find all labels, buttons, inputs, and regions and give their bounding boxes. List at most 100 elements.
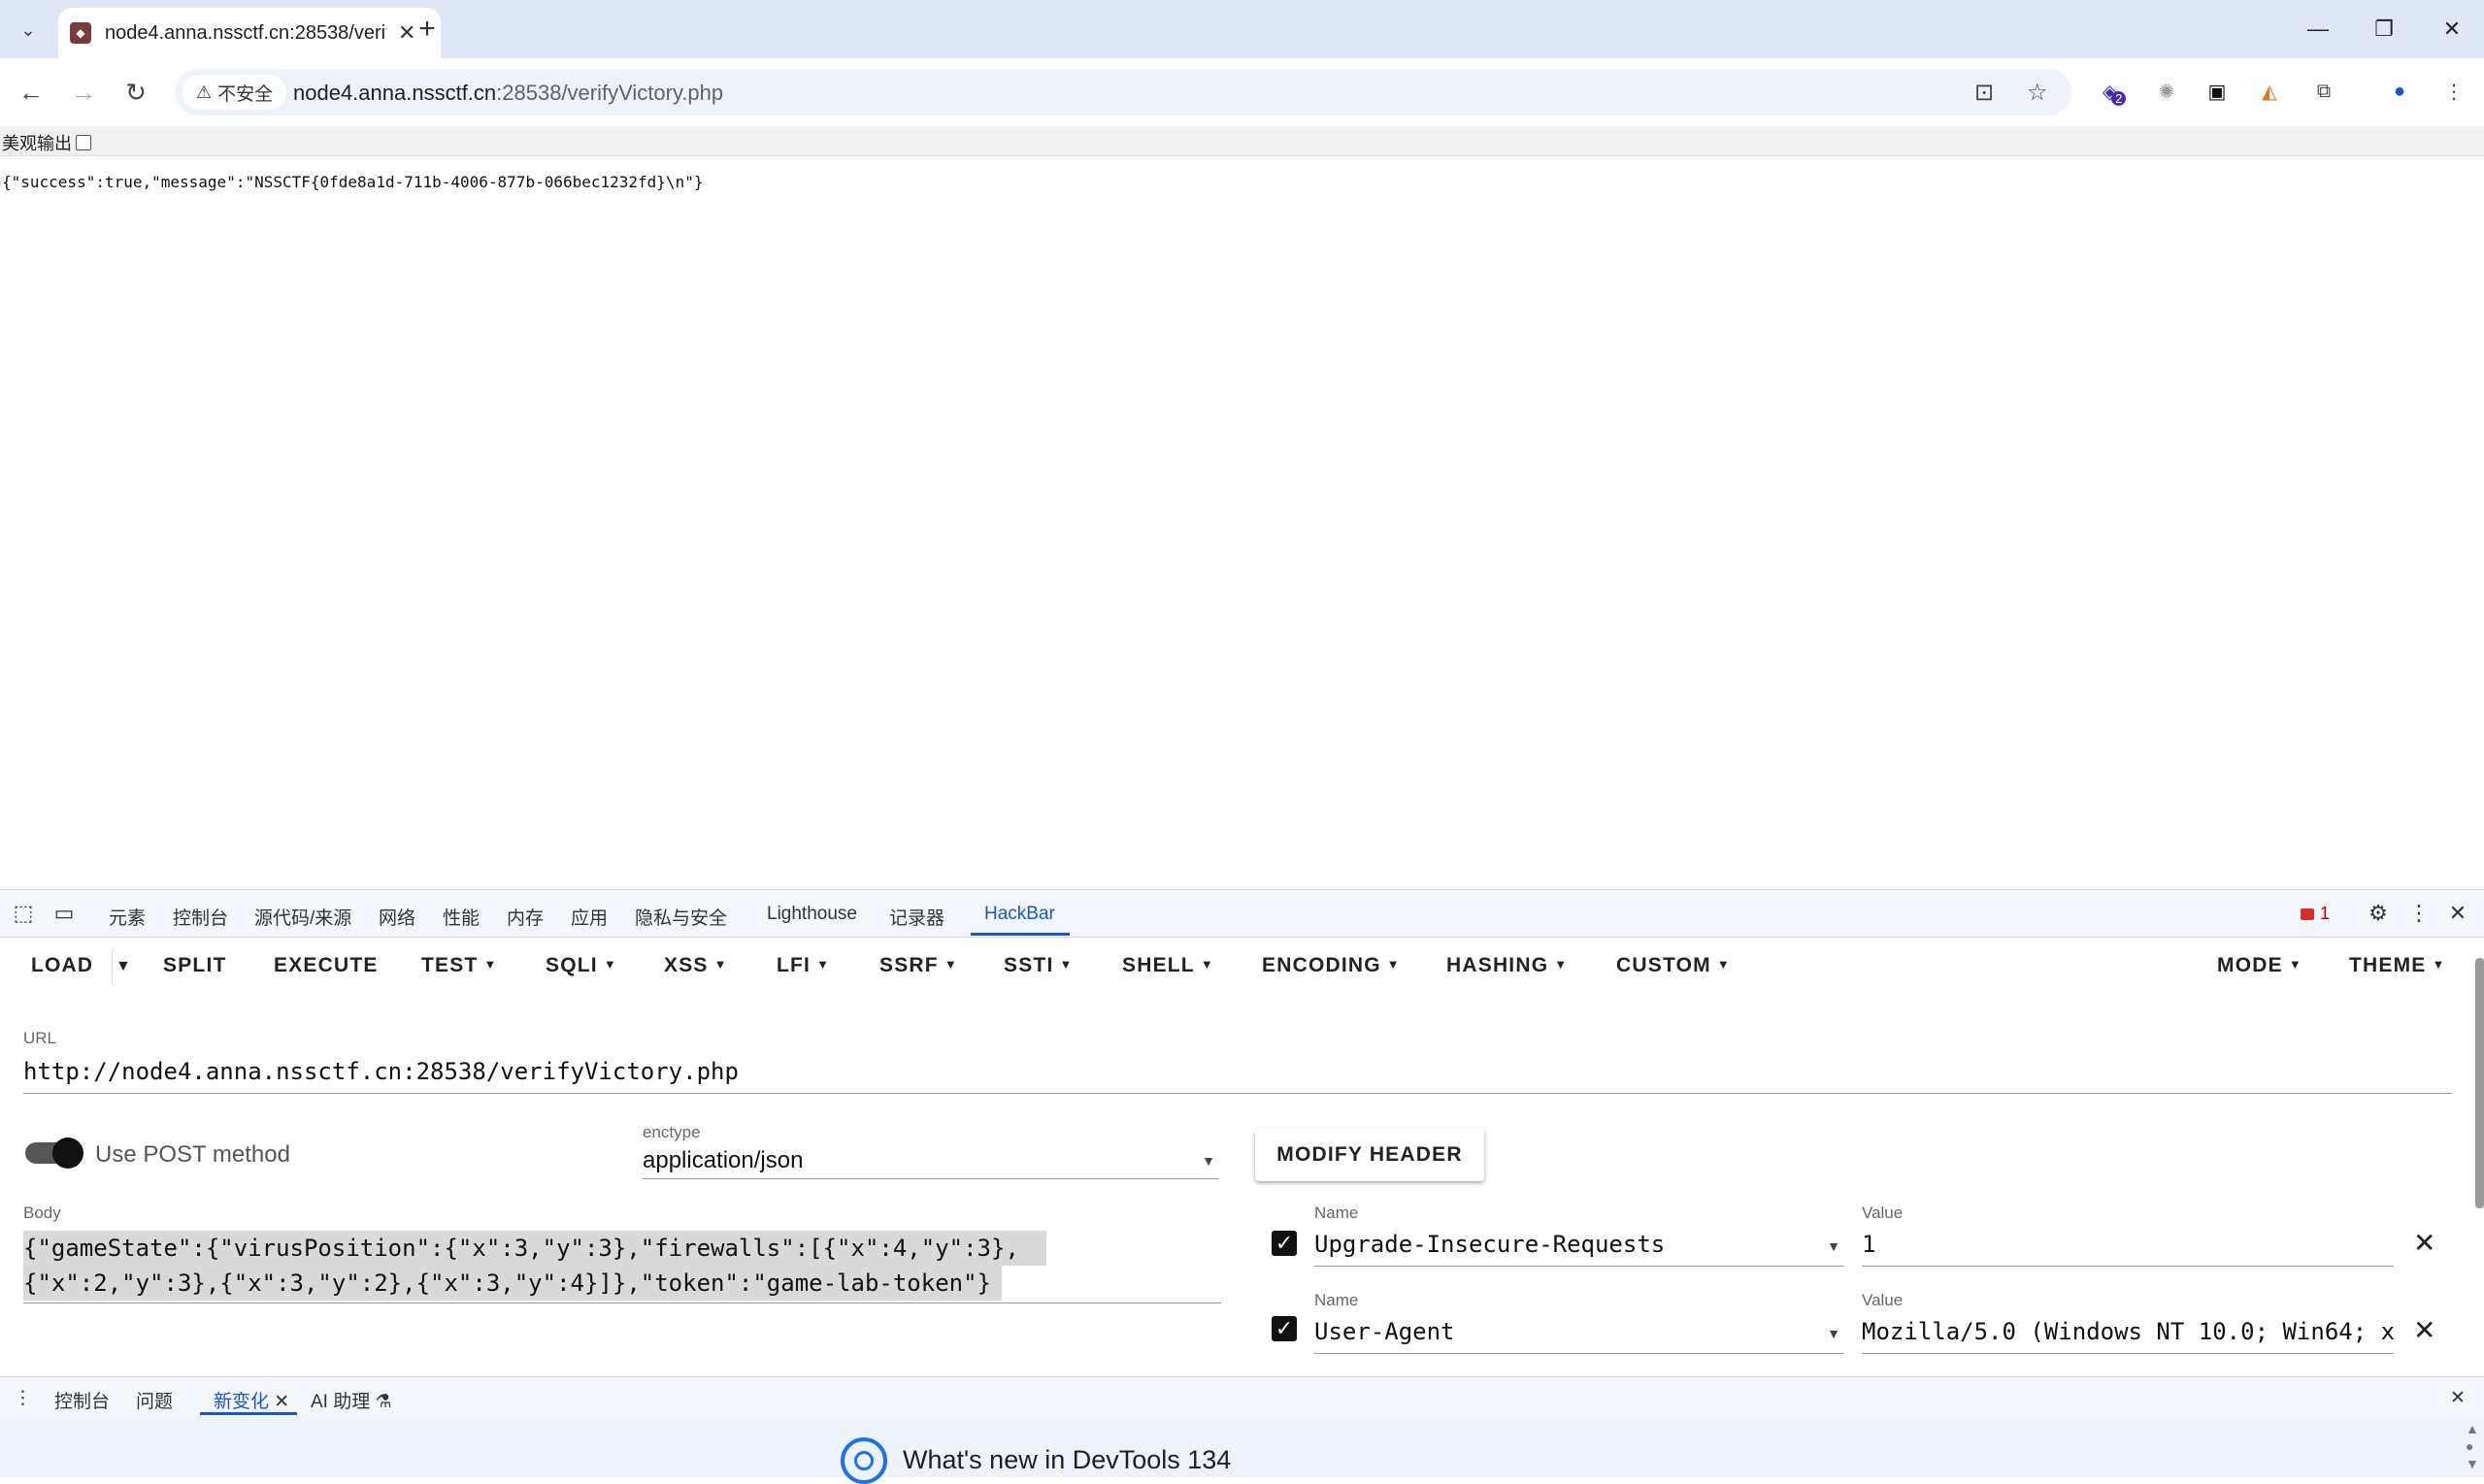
- minimize-icon[interactable]: —: [2299, 10, 2337, 49]
- chevron-down-icon: ▼: [1827, 1326, 1840, 1341]
- test-menu[interactable]: TEST ▼: [421, 954, 498, 977]
- tab-sources[interactable]: 源代码/来源: [254, 904, 351, 930]
- browser-tab[interactable]: ◆ node4.anna.nssctf.cn:28538/verifyVicto…: [58, 8, 441, 58]
- profile-avatar-icon[interactable]: ●: [2382, 74, 2417, 109]
- url-text[interactable]: node4.anna.nssctf.cn:28538/verifyVictory…: [293, 81, 723, 106]
- close-devtools-icon[interactable]: ✕: [2444, 900, 2471, 927]
- devtools-menu-icon[interactable]: ⋮: [2405, 900, 2433, 927]
- theme-menu[interactable]: THEME ▼: [2349, 954, 2446, 977]
- tab-search-icon[interactable]: ⌄: [12, 14, 45, 47]
- shell-menu[interactable]: SHELL ▼: [1122, 954, 1214, 977]
- extension-badge: 2: [2111, 90, 2127, 106]
- translate-icon[interactable]: ⊡: [1974, 79, 1994, 107]
- caret-down-icon: ▼: [483, 957, 498, 972]
- header-name-value: User-Agent: [1314, 1318, 1455, 1345]
- tab-memory[interactable]: 内存: [507, 904, 544, 930]
- header-enabled-checkbox[interactable]: ✓: [1272, 1231, 1297, 1256]
- body-line: {"gameState":{"virusPosition":{"x":3,"y"…: [23, 1231, 1046, 1266]
- drawer-tab-console[interactable]: 控制台: [54, 1387, 110, 1413]
- active-tab-indicator: [971, 933, 1070, 936]
- execute-button[interactable]: EXECUTE: [274, 954, 379, 977]
- settings-gear-icon[interactable]: ⚙: [2365, 900, 2392, 927]
- modify-header-button[interactable]: MODIFY HEADER: [1255, 1129, 1484, 1181]
- tab-privacy-security[interactable]: 隐私与安全: [635, 904, 727, 930]
- ssti-menu[interactable]: SSTI ▼: [1004, 954, 1074, 977]
- drawer-menu-icon[interactable]: ⋮: [14, 1387, 32, 1409]
- drawer-scroll-icon[interactable]: ▲ ● ▼: [2466, 1420, 2479, 1474]
- hackbar-menu: LOAD ▼ SPLIT EXECUTE TEST ▼ SQLI ▼ XSS ▼ LF…: [0, 937, 2466, 995]
- close-drawer-tab-icon[interactable]: ✕: [274, 1392, 289, 1412]
- post-method-label: Use POST method: [95, 1141, 290, 1168]
- custom-menu[interactable]: CUSTOM ▼: [1616, 954, 1731, 977]
- pretty-print-toggle[interactable]: 美观输出: [2, 130, 91, 155]
- tab-recorder[interactable]: 记录器: [889, 904, 944, 930]
- extension-metamask-icon[interactable]: ◭: [2252, 74, 2287, 109]
- body-textarea[interactable]: {"gameState":{"virusPosition":{"x":3,"y"…: [23, 1229, 1221, 1303]
- xss-menu[interactable]: XSS ▼: [664, 954, 728, 977]
- back-icon[interactable]: ←: [12, 73, 50, 112]
- header-value-input[interactable]: Mozilla/5.0 (Windows NT 10.0; Win64; x: [1862, 1318, 2394, 1354]
- load-button[interactable]: LOAD: [31, 954, 93, 977]
- forward-icon[interactable]: →: [64, 73, 103, 112]
- tab-network[interactable]: 网络: [379, 904, 415, 930]
- drawer-tab-issues[interactable]: 问题: [136, 1387, 173, 1413]
- lfi-menu[interactable]: LFI ▼: [777, 954, 830, 977]
- enctype-select[interactable]: application/json ▼: [643, 1147, 1219, 1179]
- header-name-input[interactable]: User-Agent ▼: [1314, 1318, 1844, 1354]
- url-input[interactable]: http://node4.anna.nssctf.cn:28538/verify…: [23, 1058, 2452, 1094]
- extension-tampermonkey-icon[interactable]: ▣: [2200, 74, 2235, 109]
- extensions-puzzle-icon[interactable]: ⧉: [2306, 74, 2341, 109]
- error-badge[interactable]: 1: [2301, 904, 2330, 924]
- bookmark-star-icon[interactable]: ☆: [2027, 79, 2048, 107]
- post-method-toggle[interactable]: [25, 1138, 83, 1169]
- security-chip[interactable]: ⚠ 不安全: [182, 75, 287, 110]
- drawer-tab-ai-assistant[interactable]: AI 助理 ⚗: [311, 1387, 392, 1413]
- header-name-label: Name: [1314, 1291, 1359, 1309]
- experimental-flask-icon: ⚗: [375, 1392, 392, 1412]
- restore-icon[interactable]: ❐: [2365, 10, 2403, 49]
- tab-performance[interactable]: 性能: [443, 904, 480, 930]
- new-tab-button[interactable]: +: [410, 12, 445, 47]
- theme-menu-label: THEME: [2349, 954, 2427, 976]
- split-button[interactable]: SPLIT: [163, 954, 227, 977]
- header-value-label: Value: [1862, 1291, 1904, 1309]
- ssrf-menu[interactable]: SSRF ▼: [879, 954, 958, 977]
- tab-elements[interactable]: 元素: [109, 904, 146, 930]
- url-path: :28538/verifyVictory.php: [496, 81, 724, 105]
- tab-console[interactable]: 控制台: [173, 904, 228, 930]
- sqli-menu-label: SQLI: [546, 954, 598, 976]
- hashing-menu[interactable]: HASHING ▼: [1446, 954, 1568, 977]
- header-name-input[interactable]: Upgrade-Insecure-Requests ▼: [1314, 1231, 1844, 1267]
- address-bar[interactable]: ⚠ 不安全 node4.anna.nssctf.cn:28538/verifyV…: [175, 69, 2071, 115]
- close-window-icon[interactable]: ✕: [2433, 10, 2471, 49]
- tab-lighthouse[interactable]: Lighthouse: [767, 904, 857, 925]
- drawer-tab-whats-new[interactable]: 新变化 ✕: [214, 1387, 289, 1413]
- tab-hackbar[interactable]: HackBar: [984, 904, 1055, 925]
- url-label: URL: [23, 1029, 57, 1047]
- remove-header-icon[interactable]: ✕: [2413, 1227, 2435, 1259]
- header-value-input[interactable]: 1: [1862, 1231, 2394, 1267]
- tab-strip: ⌄ ◆ node4.anna.nssctf.cn:28538/verifyVic…: [0, 0, 2484, 58]
- caret-down-icon: ▼: [1200, 957, 1214, 972]
- tab-application[interactable]: 应用: [571, 904, 608, 930]
- url-host: node4.anna.nssctf.cn: [293, 81, 497, 105]
- encoding-menu[interactable]: ENCODING ▼: [1262, 954, 1401, 977]
- caret-down-icon: ▼: [1059, 957, 1074, 972]
- device-toolbar-icon[interactable]: ▭: [50, 900, 78, 927]
- caret-down-icon: ▼: [2288, 957, 2302, 972]
- header-enabled-checkbox[interactable]: ✓: [1272, 1316, 1297, 1341]
- mode-menu[interactable]: MODE ▼: [2217, 954, 2302, 977]
- sqli-menu[interactable]: SQLI ▼: [546, 954, 617, 977]
- ssti-menu-label: SSTI: [1004, 954, 1054, 976]
- close-drawer-icon[interactable]: ✕: [2450, 1387, 2466, 1409]
- browser-menu-icon[interactable]: ⋮: [2436, 74, 2471, 109]
- remove-header-icon[interactable]: ✕: [2413, 1314, 2435, 1346]
- hackbar-scrollbar[interactable]: [2475, 958, 2484, 1208]
- load-dropdown-icon[interactable]: ▼: [116, 958, 132, 975]
- pretty-print-checkbox[interactable]: [76, 135, 91, 150]
- inspect-element-icon[interactable]: ⬚: [10, 900, 37, 927]
- site-favicon-icon: ◆: [70, 22, 91, 44]
- extension-globe-icon[interactable]: ✺: [2149, 74, 2184, 109]
- reload-icon[interactable]: ↻: [116, 73, 155, 112]
- extension-stack-icon[interactable]: ◈ 2: [2097, 74, 2132, 109]
